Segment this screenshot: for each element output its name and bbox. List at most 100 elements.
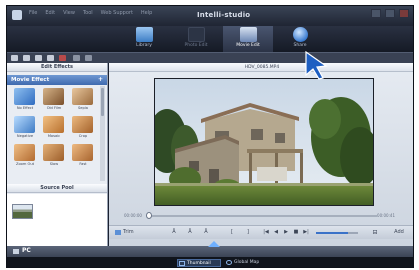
scroll-thumb[interactable] <box>101 88 104 116</box>
globe-icon <box>226 260 232 265</box>
thumbnail-view-icon <box>179 261 185 266</box>
maximize-button[interactable] <box>385 9 395 18</box>
app-title: Intelli-studio <box>197 11 251 19</box>
app-window: File Edit View Tool Web Support Help Int… <box>6 5 414 268</box>
tab-thumbnail-label: Thumbnail <box>187 261 211 266</box>
effect-thumbnail <box>14 88 35 105</box>
effects-scrollbar[interactable] <box>100 86 105 181</box>
effect-label: Old Film <box>46 106 62 110</box>
effect-label: Crop <box>78 134 88 138</box>
menu-web-support[interactable]: Web Support <box>101 10 133 16</box>
volume-track[interactable] <box>348 232 358 234</box>
undo-icon[interactable] <box>73 55 80 61</box>
snapshot-icon[interactable]: ⊟ <box>371 228 379 237</box>
save-icon[interactable] <box>23 55 30 61</box>
movie-effect-category[interactable]: Movie Effect + <box>7 75 107 85</box>
skip-forward-button[interactable]: ▶| <box>301 228 311 237</box>
left-panel: Edit Effects Movie Effect + No Effect Ol… <box>7 63 108 246</box>
pointer-cursor-icon <box>305 50 328 80</box>
tab-movie-edit-label: Movie Edit <box>236 43 260 48</box>
play-button[interactable]: ▶ <box>281 228 291 237</box>
tab-share-label: Share <box>293 43 307 48</box>
menu-file[interactable]: File <box>29 10 37 16</box>
bracket-end-button[interactable]: ] <box>243 228 253 237</box>
tab-photo-edit-label: Photo Edit <box>184 43 208 48</box>
menu-tool[interactable]: Tool <box>83 10 93 16</box>
effect-thumbnail <box>43 88 64 105</box>
library-icon <box>136 27 153 42</box>
effect-label: No Effect <box>16 106 34 110</box>
video-frame-image <box>155 79 373 205</box>
preview-header: HDV_0085.MP4 <box>109 63 413 72</box>
open-folder-icon[interactable] <box>11 55 18 61</box>
mode-bar: Library Photo Edit Movie Edit Share <box>7 26 413 52</box>
menu-view[interactable]: View <box>63 10 75 16</box>
view-bar: Thumbnail Global Map <box>7 257 413 267</box>
tab-thumbnail[interactable]: Thumbnail <box>177 259 221 267</box>
title-bar: File Edit View Tool Web Support Help Int… <box>7 6 413 26</box>
split-button[interactable]: Ā <box>201 228 211 237</box>
export-icon[interactable] <box>47 55 54 61</box>
source-pool-header: Source Pool <box>7 184 107 193</box>
tab-global-map[interactable]: Global Map <box>225 259 269 267</box>
movie-edit-icon <box>240 27 257 42</box>
mark-out-button[interactable]: Ā <box>185 228 195 237</box>
source-pool <box>7 194 107 246</box>
close-button[interactable] <box>399 9 409 18</box>
current-time: 00:00:00 <box>124 213 142 218</box>
movie-effect-label: Movie Effect <box>11 77 50 83</box>
trim-button[interactable]: Trim <box>123 228 143 237</box>
effect-thumbnail <box>72 88 93 105</box>
tab-share[interactable]: Share <box>275 26 325 52</box>
copy-icon[interactable] <box>35 55 42 61</box>
source-clip-thumbnail[interactable] <box>12 204 33 219</box>
share-icon <box>293 27 308 42</box>
computer-icon <box>13 249 19 254</box>
skip-back-button[interactable]: |◀ <box>261 228 271 237</box>
seek-bar[interactable] <box>149 215 377 217</box>
minimize-button[interactable] <box>371 9 381 18</box>
device-bar: PC <box>7 246 413 257</box>
device-label: PC <box>22 247 31 254</box>
redo-icon[interactable] <box>85 55 92 61</box>
effect-label: Slow <box>49 162 59 166</box>
delete-icon[interactable] <box>59 55 66 61</box>
app-logo-icon <box>12 10 22 20</box>
playback-controls: Trim Ā Ā Ā [ ] |◀ ◀ ▶ ■ ▶| ⊟ Add <box>109 225 413 239</box>
photo-edit-icon <box>188 27 205 42</box>
effect-thumbnail <box>43 116 64 133</box>
tab-movie-edit[interactable]: Movie Edit <box>223 26 273 52</box>
time-bar: 00:00:00 00:00:41 <box>109 211 413 221</box>
effect-label: Negative <box>16 134 34 138</box>
toolbar <box>7 52 413 63</box>
file-name: HDV_0085.MP4 <box>244 65 280 70</box>
effect-thumbnail <box>72 116 93 133</box>
effect-label: Zoom Out <box>15 162 35 166</box>
trim-icon <box>115 230 121 235</box>
effect-label: Mosaic <box>47 134 61 138</box>
effect-thumbnail <box>43 144 64 161</box>
tab-library[interactable]: Library <box>119 26 169 52</box>
effect-label: Sepia <box>78 106 88 110</box>
volume-level[interactable] <box>316 232 348 234</box>
tab-global-map-label: Global Map <box>234 260 260 265</box>
tab-library-label: Library <box>136 43 152 48</box>
preview-area: HDV_0085.MP4 00:00:00 00:00:41 Trim Ā Ā … <box>109 63 413 246</box>
tab-photo-edit[interactable]: Photo Edit <box>171 26 221 52</box>
menu-edit[interactable]: Edit <box>45 10 55 16</box>
rewind-button[interactable]: ◀ <box>271 228 281 237</box>
effect-thumbnail <box>14 144 35 161</box>
add-button[interactable]: Add <box>391 228 407 237</box>
total-time: 00:00:41 <box>377 213 395 218</box>
bracket-start-button[interactable]: [ <box>227 228 237 237</box>
effect-thumbnail <box>72 144 93 161</box>
edit-effects-header: Edit Effects <box>7 63 107 72</box>
video-preview[interactable] <box>154 78 374 206</box>
expand-icon[interactable]: + <box>98 76 103 83</box>
menu-bar: File Edit View Tool Web Support Help <box>29 10 152 16</box>
menu-help[interactable]: Help <box>141 10 152 16</box>
stop-button[interactable]: ■ <box>291 228 301 237</box>
collapse-arrow-icon[interactable] <box>208 241 220 247</box>
seek-handle[interactable] <box>146 212 152 219</box>
mark-in-button[interactable]: Ā <box>169 228 179 237</box>
